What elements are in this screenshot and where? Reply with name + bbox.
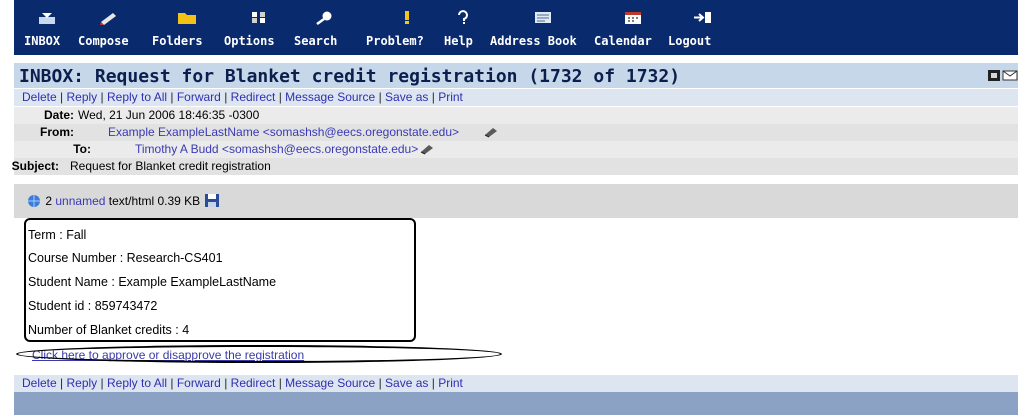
delete-link[interactable]: Delete: [22, 90, 57, 104]
separator: |: [224, 90, 228, 104]
main-toolbar: INBOX Compose Folders Options Search Pro…: [14, 0, 1018, 55]
toolbar-label-help: Help: [444, 34, 473, 48]
title-actions: [988, 70, 1018, 81]
separator: |: [100, 90, 104, 104]
reply-link[interactable]: Reply: [67, 376, 98, 390]
body-student-id: Student id : 859743472: [28, 299, 158, 313]
separator: |: [378, 90, 382, 104]
calendar-icon: [625, 12, 641, 24]
redirect-link[interactable]: Redirect: [231, 376, 276, 390]
from-value[interactable]: Example ExampleLastName <somashsh@eecs.o…: [108, 125, 459, 139]
toolbar-options[interactable]: Options: [224, 0, 288, 55]
forward-link[interactable]: Forward: [177, 90, 221, 104]
separator: |: [100, 376, 104, 390]
bottom-bar: [14, 392, 1018, 415]
separator: |: [60, 376, 64, 390]
toolbar-label-logout: Logout: [668, 34, 712, 48]
logout-arrow-icon: [694, 12, 711, 23]
date-row: Date: Wed, 21 Jun 2006 18:46:35 -0300: [14, 107, 1018, 124]
subject-value: Request for Blanket credit registration: [70, 159, 271, 173]
message-actions-bottom: Delete | Reply | Reply to All | Forward …: [14, 375, 1018, 392]
separator: |: [170, 90, 174, 104]
separator: |: [278, 90, 282, 104]
add-to-address-book-icon[interactable]: [420, 143, 434, 155]
separator: |: [60, 90, 64, 104]
inbox-icon: [39, 13, 55, 24]
search-magnifier-icon: [316, 11, 332, 25]
attachment-name-link[interactable]: unnamed: [55, 194, 105, 208]
date-label: Date:: [43, 108, 74, 122]
subject-label: Subject:: [11, 159, 59, 173]
add-to-address-book-icon[interactable]: [484, 126, 498, 138]
toolbar-help[interactable]: Help: [444, 0, 484, 55]
attachment-size: 0.39 KB: [157, 194, 201, 208]
separator: |: [224, 376, 228, 390]
approve-link-highlight: [16, 345, 502, 363]
body-term: Term : Fall: [28, 228, 87, 242]
save-as-link[interactable]: Save as: [385, 90, 428, 104]
toolbar-label-inbox: INBOX: [24, 34, 61, 48]
redirect-link[interactable]: Redirect: [231, 90, 276, 104]
options-icon: [252, 12, 265, 23]
toolbar-label-folders: Folders: [152, 34, 203, 48]
message-title-bar: INBOX: Request for Blanket credit regist…: [14, 63, 1018, 88]
from-row: From: Example ExampleLastName <somashsh@…: [14, 124, 1018, 141]
help-question-icon: [458, 10, 468, 24]
reply-all-link[interactable]: Reply to All: [107, 376, 167, 390]
separator: |: [170, 376, 174, 390]
message-title: INBOX: Request for Blanket credit regist…: [19, 66, 681, 87]
body-student-name: Student Name : Example ExampleLastName: [28, 275, 277, 289]
separator: |: [431, 90, 435, 104]
toolbar-calendar[interactable]: Calendar: [594, 0, 660, 55]
save-attachment-icon[interactable]: [204, 193, 220, 208]
toolbar-logout[interactable]: Logout: [668, 0, 724, 55]
toolbar-folders[interactable]: Folders: [152, 0, 216, 55]
message-source-link[interactable]: Message Source: [285, 90, 375, 104]
delete-link[interactable]: Delete: [22, 376, 57, 390]
attachment-type: text/html: [108, 194, 155, 208]
to-value[interactable]: Timothy A Budd <somashsh@eecs.oregonstat…: [135, 142, 418, 156]
print-link[interactable]: Print: [438, 376, 463, 390]
separator: |: [378, 376, 382, 390]
envelope-icon[interactable]: [1002, 70, 1018, 81]
toolbar-label-calendar: Calendar: [594, 34, 652, 48]
print-link[interactable]: Print: [438, 90, 463, 104]
separator: |: [278, 376, 282, 390]
toolbar-label-options: Options: [224, 34, 275, 48]
reply-all-link[interactable]: Reply to All: [107, 90, 167, 104]
toolbar-inbox[interactable]: INBOX: [24, 0, 74, 55]
message-actions-top: Delete | Reply | Reply to All | Forward …: [14, 89, 1018, 106]
toolbar-problem[interactable]: Problem?: [366, 0, 438, 55]
folder-icon: [178, 13, 196, 24]
forward-link[interactable]: Forward: [177, 376, 221, 390]
toolbar-search[interactable]: Search: [294, 0, 358, 55]
separator: |: [431, 376, 435, 390]
save-as-link[interactable]: Save as: [385, 376, 428, 390]
body-course-number: Course Number : Research-CS401: [28, 251, 223, 265]
toolbar-label-problem: Problem?: [366, 34, 424, 48]
attachment-type-icon: [28, 195, 40, 207]
message-view: INBOX: Request for Blanket credit regist…: [12, 55, 1018, 415]
toolbar-compose[interactable]: Compose: [78, 0, 138, 55]
compose-pen-icon: [100, 13, 116, 25]
address-book-icon: [535, 12, 551, 23]
message-body-box: Term : Fall Course Number : Research-CS4…: [24, 218, 416, 342]
date-value: Wed, 21 Jun 2006 18:46:35 -0300: [78, 108, 260, 122]
toolbar-address-book[interactable]: Address Book: [490, 0, 586, 55]
left-gutter: [0, 0, 14, 415]
subject-row: Subject: Request for Blanket credit regi…: [12, 158, 1018, 175]
message-source-link[interactable]: Message Source: [285, 376, 375, 390]
to-row: To: Timothy A Budd <somashsh@eecs.oregon…: [14, 141, 1018, 158]
toolbar-label-address-book: Address Book: [490, 34, 577, 48]
from-label: From:: [40, 125, 74, 139]
toolbar-label-search: Search: [294, 34, 338, 48]
attachment-number: 2: [45, 194, 53, 208]
body-blanket-credits: Number of Blanket credits : 4: [28, 323, 190, 337]
reply-link[interactable]: Reply: [67, 90, 98, 104]
to-label: To:: [73, 142, 91, 156]
attachment-bar: 2 unnamed text/html 0.39 KB: [14, 184, 1018, 218]
toolbar-label-compose: Compose: [78, 34, 129, 48]
viewer-icon[interactable]: [988, 70, 1000, 81]
problem-exclamation-icon: [405, 11, 409, 24]
